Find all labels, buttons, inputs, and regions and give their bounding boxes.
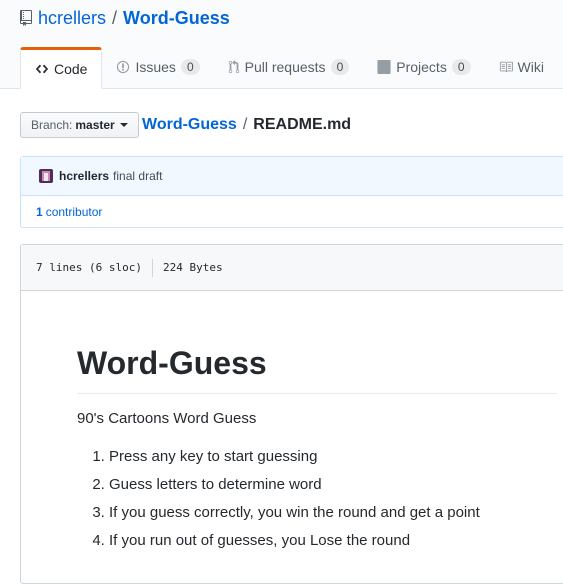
issue-opened-icon <box>117 60 130 74</box>
tab-pull-requests[interactable]: Pull requests 0 <box>214 47 364 87</box>
repo-icon <box>20 10 32 26</box>
file-info-divider <box>151 258 153 277</box>
breadcrumb: Word-Guess / README.md <box>142 116 351 134</box>
list-item: Press any key to start guessing <box>109 443 563 471</box>
tab-wiki-label: Wiki <box>517 59 544 75</box>
contributors-count[interactable]: 1 <box>36 205 43 219</box>
projects-count: 0 <box>451 59 471 75</box>
tab-code[interactable]: Code <box>20 47 103 89</box>
file-size: 224 Bytes <box>162 261 223 274</box>
list-item: If you guess correctly, you win the roun… <box>109 499 563 527</box>
branch-name: master <box>75 118 115 132</box>
contributors-link[interactable]: contributor <box>46 205 103 219</box>
tab-projects-label: Projects <box>396 59 447 75</box>
tab-code-label: Code <box>54 61 88 77</box>
commit-author-link[interactable]: hcrellers <box>59 169 109 183</box>
tab-wiki[interactable]: Wiki <box>485 47 558 87</box>
git-pull-request-icon <box>228 60 239 74</box>
repo-separator: / <box>112 7 118 28</box>
pull-requests-count: 0 <box>330 59 350 75</box>
repo-owner-link[interactable]: hcrellers <box>38 8 106 29</box>
branch-select-button[interactable]: Branch: master <box>20 112 139 138</box>
issues-count: 0 <box>180 59 200 75</box>
repo-name-link[interactable]: Word-Guess <box>123 8 230 29</box>
file-lines: 7 lines (6 sloc) <box>36 261 142 274</box>
repo-title: hcrellers / Word-Guess <box>20 7 230 29</box>
tab-pull-requests-label: Pull requests <box>244 59 326 75</box>
breadcrumb-separator: / <box>242 116 248 133</box>
readme-title: Word-Guess <box>77 343 557 394</box>
project-icon <box>377 60 391 74</box>
tab-projects[interactable]: Projects 0 <box>363 47 484 87</box>
tab-issues[interactable]: Issues 0 <box>102 47 213 87</box>
readme-steps: Press any key to start guessing Guess le… <box>77 443 563 555</box>
list-item: Guess letters to determine word <box>109 471 563 499</box>
file-box: 7 lines (6 sloc) 224 Bytes Word-Guess 90… <box>20 244 563 584</box>
book-icon <box>499 61 513 73</box>
branch-label: Branch: <box>31 118 73 132</box>
breadcrumb-file-name: README.md <box>253 116 352 133</box>
repo-nav: Code Issues 0 Pull requests 0 Projects 0… <box>20 47 558 89</box>
readme-body: Word-Guess 90's Cartoons Word Guess Pres… <box>21 291 563 555</box>
readme-subtitle: 90's Cartoons Word Guess <box>77 410 257 427</box>
repo-header: hcrellers / Word-Guess Code Issues 0 Pul… <box>0 0 563 89</box>
caret-down-icon <box>119 123 128 127</box>
file-header: 7 lines (6 sloc) 224 Bytes <box>21 245 563 291</box>
commit-box: hcrellers final draft 1 contributor <box>20 156 563 228</box>
code-icon <box>35 64 49 74</box>
avatar[interactable] <box>39 169 53 183</box>
contributors: 1 contributor <box>21 196 563 228</box>
tab-issues-label: Issues <box>135 59 176 75</box>
list-item: If you run out of guesses, you Lose the … <box>109 527 563 555</box>
commit-tease: hcrellers final draft <box>21 157 563 196</box>
breadcrumb-repo-link[interactable]: Word-Guess <box>142 116 237 134</box>
commit-message-link[interactable]: final draft <box>113 169 162 183</box>
